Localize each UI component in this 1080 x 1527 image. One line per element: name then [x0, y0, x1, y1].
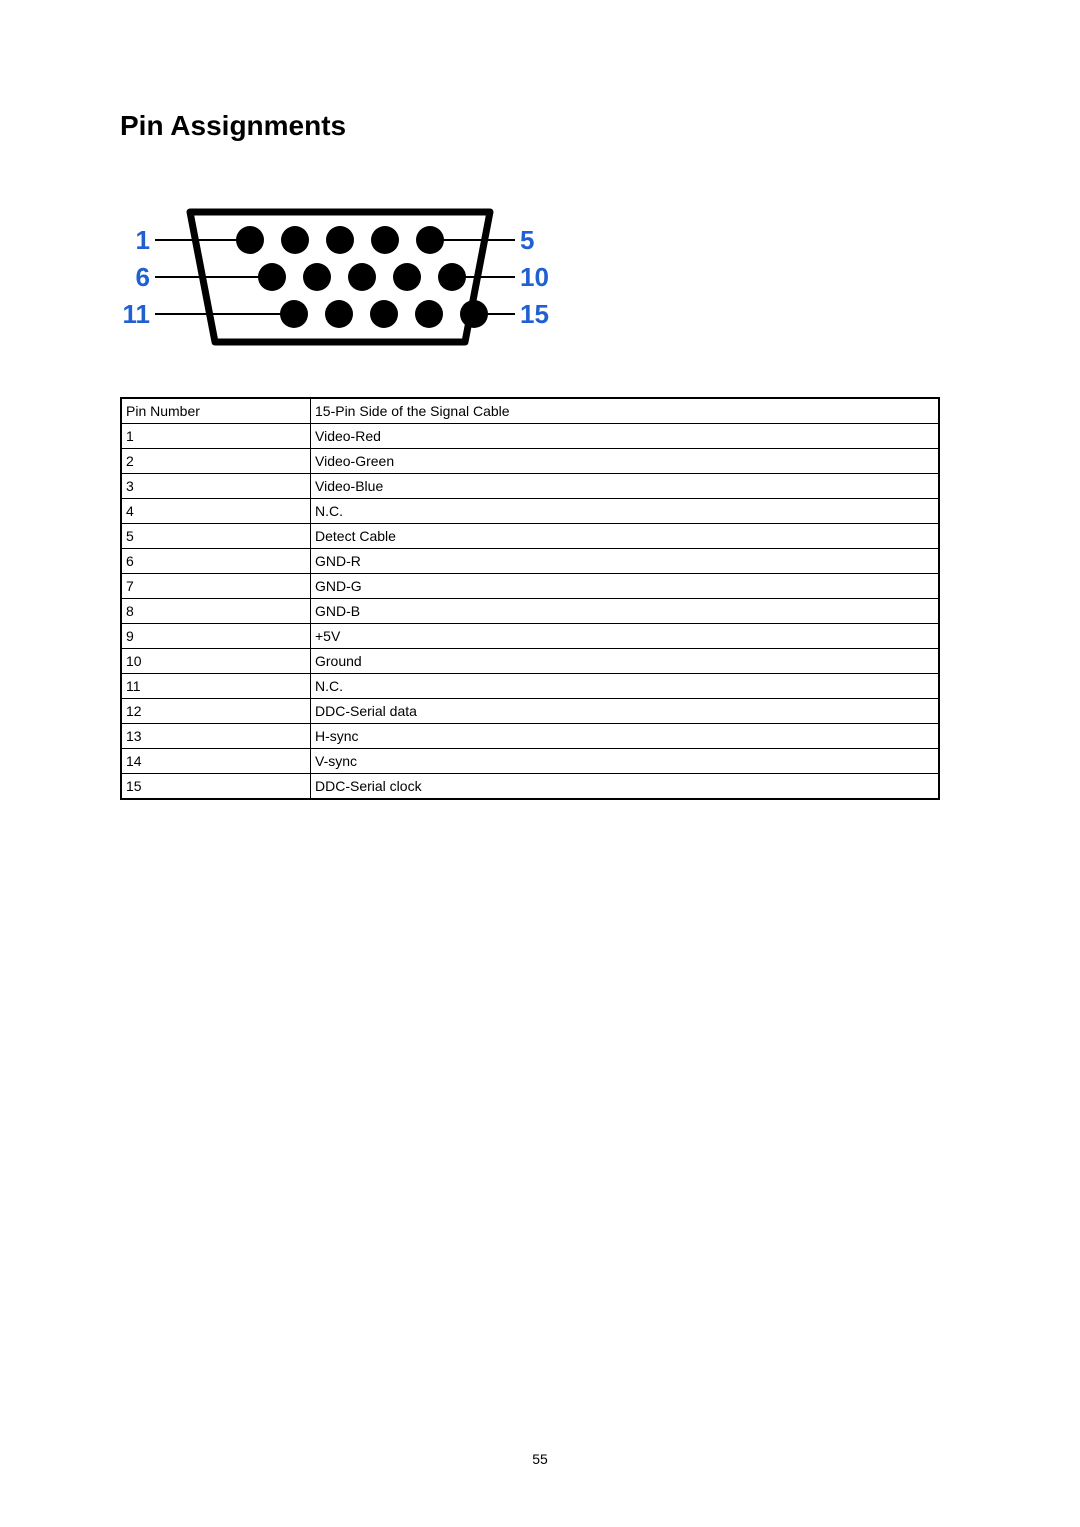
cell-pin-num: 15: [121, 774, 311, 800]
table-row: 6GND-R: [121, 549, 939, 574]
connector-diagram: 1 5 6 10 11 15: [120, 192, 940, 367]
cell-pin-num: 4: [121, 499, 311, 524]
cell-pin-num: 9: [121, 624, 311, 649]
table-row: 7GND-G: [121, 574, 939, 599]
table-row: 5Detect Cable: [121, 524, 939, 549]
cell-pin-desc: Video-Green: [311, 449, 940, 474]
cell-pin-desc: DDC-Serial data: [311, 699, 940, 724]
cell-pin-desc: GND-B: [311, 599, 940, 624]
cell-pin-desc: H-sync: [311, 724, 940, 749]
table-row: 3Video-Blue: [121, 474, 939, 499]
cell-pin-desc: V-sync: [311, 749, 940, 774]
page-title: Pin Assignments: [120, 110, 940, 142]
cell-pin-num: 3: [121, 474, 311, 499]
cell-pin-desc: +5V: [311, 624, 940, 649]
header-pin-number: Pin Number: [121, 398, 311, 424]
cell-pin-num: 10: [121, 649, 311, 674]
header-signal-cable: 15-Pin Side of the Signal Cable: [311, 398, 940, 424]
cell-pin-desc: Video-Blue: [311, 474, 940, 499]
table-header-row: Pin Number 15-Pin Side of the Signal Cab…: [121, 398, 939, 424]
pin-label-6: 6: [136, 262, 150, 292]
pin-label-5: 5: [520, 225, 534, 255]
pin-label-1: 1: [136, 225, 150, 255]
table-row: 11N.C.: [121, 674, 939, 699]
table-row: 1Video-Red: [121, 424, 939, 449]
cell-pin-num: 8: [121, 599, 311, 624]
pin-label-15: 15: [520, 299, 549, 329]
table-row: 14V-sync: [121, 749, 939, 774]
pin-label-10: 10: [520, 262, 549, 292]
cell-pin-num: 12: [121, 699, 311, 724]
cell-pin-desc: Video-Red: [311, 424, 940, 449]
cell-pin-num: 7: [121, 574, 311, 599]
cell-pin-desc: Detect Cable: [311, 524, 940, 549]
page-number: 55: [0, 1451, 1080, 1467]
cell-pin-num: 14: [121, 749, 311, 774]
table-row: 8GND-B: [121, 599, 939, 624]
cell-pin-desc: N.C.: [311, 499, 940, 524]
table-row: 10Ground: [121, 649, 939, 674]
pin-assignments-table: Pin Number 15-Pin Side of the Signal Cab…: [120, 397, 940, 800]
table-row: 15DDC-Serial clock: [121, 774, 939, 800]
table-row: 13H-sync: [121, 724, 939, 749]
cell-pin-num: 6: [121, 549, 311, 574]
table-row: 2Video-Green: [121, 449, 939, 474]
pin-label-11: 11: [123, 299, 151, 329]
cell-pin-desc: N.C.: [311, 674, 940, 699]
table-row: 9+5V: [121, 624, 939, 649]
cell-pin-desc: GND-R: [311, 549, 940, 574]
cell-pin-num: 5: [121, 524, 311, 549]
table-row: 4N.C.: [121, 499, 939, 524]
table-row: 12DDC-Serial data: [121, 699, 939, 724]
cell-pin-desc: GND-G: [311, 574, 940, 599]
cell-pin-num: 1: [121, 424, 311, 449]
cell-pin-num: 2: [121, 449, 311, 474]
cell-pin-num: 13: [121, 724, 311, 749]
cell-pin-desc: Ground: [311, 649, 940, 674]
cell-pin-desc: DDC-Serial clock: [311, 774, 940, 800]
cell-pin-num: 11: [121, 674, 311, 699]
